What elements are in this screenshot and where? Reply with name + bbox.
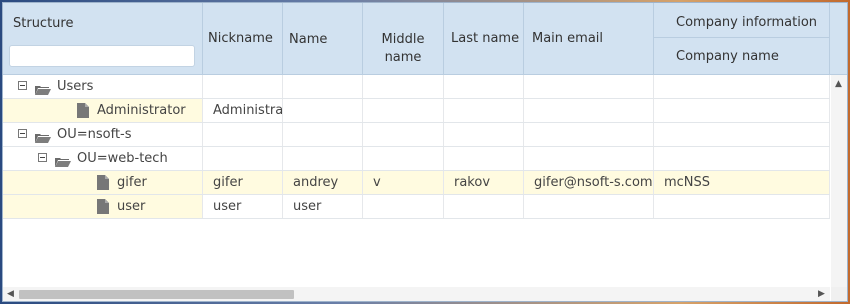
cell-company[interactable]	[654, 123, 830, 146]
cell-email[interactable]: gifer@nsoft-s.com	[524, 171, 654, 194]
cell-email[interactable]	[524, 147, 654, 170]
header-company-name-label: Company name	[676, 49, 779, 64]
cell-nickname[interactable]	[203, 147, 283, 170]
table-row[interactable]: Users	[3, 75, 830, 99]
cell-middle[interactable]: v	[363, 171, 444, 194]
file-icon	[77, 103, 89, 118]
header-structure[interactable]: Structure	[3, 3, 203, 75]
cell-last[interactable]	[444, 99, 524, 122]
cell-company[interactable]	[654, 147, 830, 170]
cell-nickname[interactable]: gifer	[203, 171, 283, 194]
header-nickname[interactable]: Nickname	[203, 3, 283, 75]
file-icon	[97, 175, 109, 190]
table-row[interactable]: Administrator Administrat	[3, 99, 830, 123]
collapse-icon[interactable]	[18, 81, 27, 90]
header-name[interactable]: Name	[283, 3, 363, 75]
cell-nickname[interactable]	[203, 75, 283, 98]
cell-nickname[interactable]: Administrat	[203, 99, 283, 122]
header-middle-name-label: Middle name	[381, 32, 425, 65]
cell-last[interactable]	[444, 123, 524, 146]
tree-node-label: OU=web-tech	[77, 151, 168, 166]
cell-name[interactable]	[283, 147, 363, 170]
cell-middle[interactable]	[363, 75, 444, 98]
header-main-email[interactable]: Main email	[524, 3, 654, 75]
tree-node-label: gifer	[117, 175, 147, 190]
collapse-icon[interactable]	[38, 153, 47, 162]
collapse-icon[interactable]	[18, 129, 27, 138]
cell-email[interactable]	[524, 195, 654, 218]
grid-window: Structure Nickname Name Middle name Last…	[2, 2, 848, 302]
cell-middle[interactable]	[363, 123, 444, 146]
header-structure-label: Structure	[13, 16, 74, 31]
cell-last[interactable]	[444, 195, 524, 218]
cell-company[interactable]	[654, 75, 830, 98]
tree-node[interactable]: gifer	[3, 171, 203, 194]
search-input[interactable]	[9, 45, 195, 67]
cell-last[interactable]	[444, 75, 524, 98]
header-company-info-label: Company information	[676, 15, 818, 30]
cell-middle[interactable]	[363, 147, 444, 170]
tree-node-label: Administrator	[97, 103, 186, 118]
cell-email[interactable]	[524, 75, 654, 98]
scroll-left-icon[interactable]: ◀	[7, 289, 14, 299]
cell-nickname[interactable]	[203, 123, 283, 146]
tree-node[interactable]: Administrator	[3, 99, 203, 122]
tree-node-label: user	[117, 199, 146, 214]
file-icon	[97, 199, 109, 214]
header-nickname-label: Nickname	[208, 31, 273, 46]
cell-name[interactable]: andrey	[283, 171, 363, 194]
scroll-up-icon[interactable]: ▲	[835, 79, 842, 89]
scroll-right-icon[interactable]: ▶	[818, 289, 825, 299]
cell-email[interactable]	[524, 123, 654, 146]
horizontal-scroll-thumb[interactable]	[19, 290, 294, 299]
cell-name[interactable]	[283, 75, 363, 98]
header-last-name-label: Last name	[451, 31, 520, 46]
tree-node[interactable]: user	[3, 195, 203, 218]
cell-company[interactable]	[654, 99, 830, 122]
scroll-corner	[831, 287, 847, 301]
cell-nickname[interactable]: user	[203, 195, 283, 218]
header-name-label: Name	[289, 32, 328, 47]
cell-name[interactable]	[283, 123, 363, 146]
header-middle-name[interactable]: Middle name	[363, 3, 444, 75]
header-company-group: Company information Company name	[654, 3, 830, 75]
tree-node-label: OU=nsoft-s	[57, 127, 132, 142]
horizontal-scrollbar[interactable]: ◀ ▶	[3, 287, 830, 301]
table-row[interactable]: OU=web-tech	[3, 147, 830, 171]
header-last-name[interactable]: Last name	[444, 3, 524, 75]
cell-middle[interactable]	[363, 195, 444, 218]
tree-node[interactable]: OU=web-tech	[3, 147, 203, 170]
cell-name[interactable]	[283, 99, 363, 122]
table-row[interactable]: gifer gifer andrey v rakov gifer@nsoft-s.com m…	[3, 171, 830, 195]
header-filler	[830, 3, 847, 75]
folder-open-icon	[34, 81, 52, 95]
cell-last[interactable]: rakov	[444, 171, 524, 194]
cell-middle[interactable]	[363, 99, 444, 122]
folder-open-icon	[54, 153, 72, 167]
folder-open-icon	[34, 129, 52, 143]
cell-last[interactable]	[444, 147, 524, 170]
table-row[interactable]: user user user	[3, 195, 830, 219]
header-main-email-label: Main email	[532, 31, 604, 46]
header-company-name[interactable]: Company name	[654, 37, 829, 76]
cell-name[interactable]: user	[283, 195, 363, 218]
cell-company[interactable]	[654, 195, 830, 218]
vertical-scrollbar[interactable]: ▲	[831, 75, 847, 289]
table-row[interactable]: OU=nsoft-s	[3, 123, 830, 147]
tree-node-label: Users	[57, 79, 94, 94]
tree-node[interactable]: Users	[3, 75, 203, 98]
tree-node[interactable]: OU=nsoft-s	[3, 123, 203, 146]
cell-email[interactable]	[524, 99, 654, 122]
cell-company[interactable]: mcNSS	[654, 171, 830, 194]
